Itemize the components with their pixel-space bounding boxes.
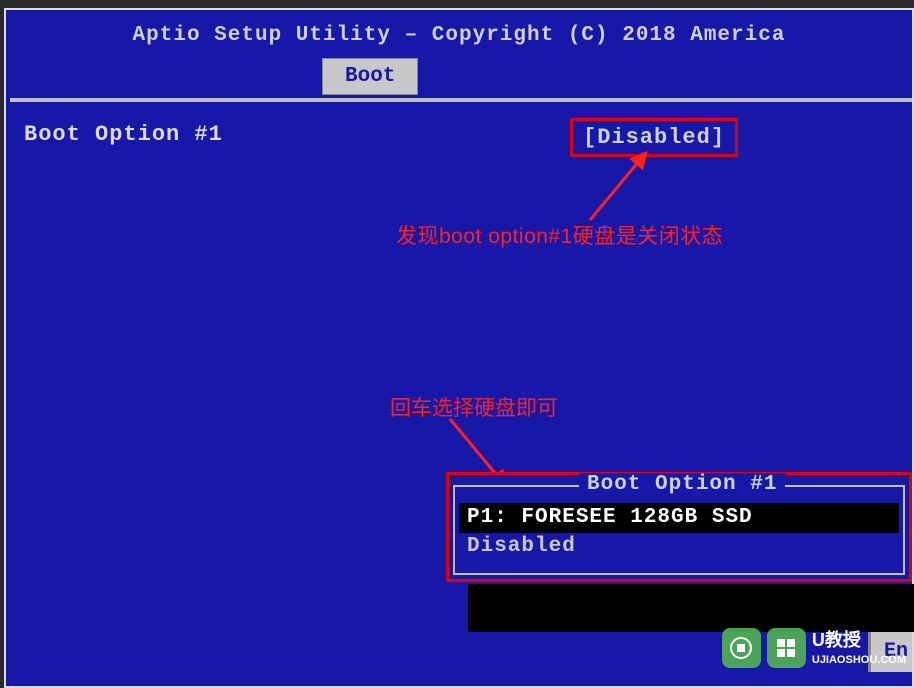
tab-boot-label: Boot: [345, 65, 395, 88]
watermark-logo-icon: [722, 628, 761, 668]
tab-row: Boot: [6, 58, 912, 96]
annotation-text-1: 发现boot option#1硬盘是关闭状态: [396, 220, 723, 250]
popup-title: Boot Option #1: [579, 473, 785, 496]
boot-option-value[interactable]: [Disabled]: [570, 118, 738, 157]
boot-option-label[interactable]: Boot Option #1: [24, 122, 223, 147]
watermark-url: UJIAOSHOU.COM: [812, 653, 906, 667]
header-title-text: Aptio Setup Utility – Copyright (C) 2018…: [133, 24, 786, 47]
watermark-brand: U教授: [812, 629, 906, 652]
tab-boot[interactable]: Boot: [322, 58, 418, 95]
popup-option-disabled-label: Disabled: [467, 535, 576, 558]
popup-option-selected[interactable]: P1: FORESEE 128GB SSD: [459, 503, 899, 533]
popup-option-disabled[interactable]: Disabled: [467, 535, 576, 558]
popup-option-selected-label: P1: FORESEE 128GB SSD: [467, 506, 753, 529]
annotation-text-2: 回车选择硬盘即可: [390, 392, 558, 422]
watermark-windows-icon: [767, 628, 806, 668]
header-title-bar: Aptio Setup Utility – Copyright (C) 2018…: [6, 10, 912, 58]
watermark: U教授 UJIAOSHOU.COM: [714, 613, 914, 683]
boot-option-popup: Boot Option #1 P1: FORESEE 128GB SSD Dis…: [446, 472, 912, 582]
annotation-arrow-1: [580, 150, 660, 230]
watermark-text: U教授 UJIAOSHOU.COM: [812, 629, 906, 667]
main-area: Boot Option #1 [Disabled] 发现boot option#…: [10, 98, 912, 658]
bios-screen: Aptio Setup Utility – Copyright (C) 2018…: [4, 8, 914, 688]
